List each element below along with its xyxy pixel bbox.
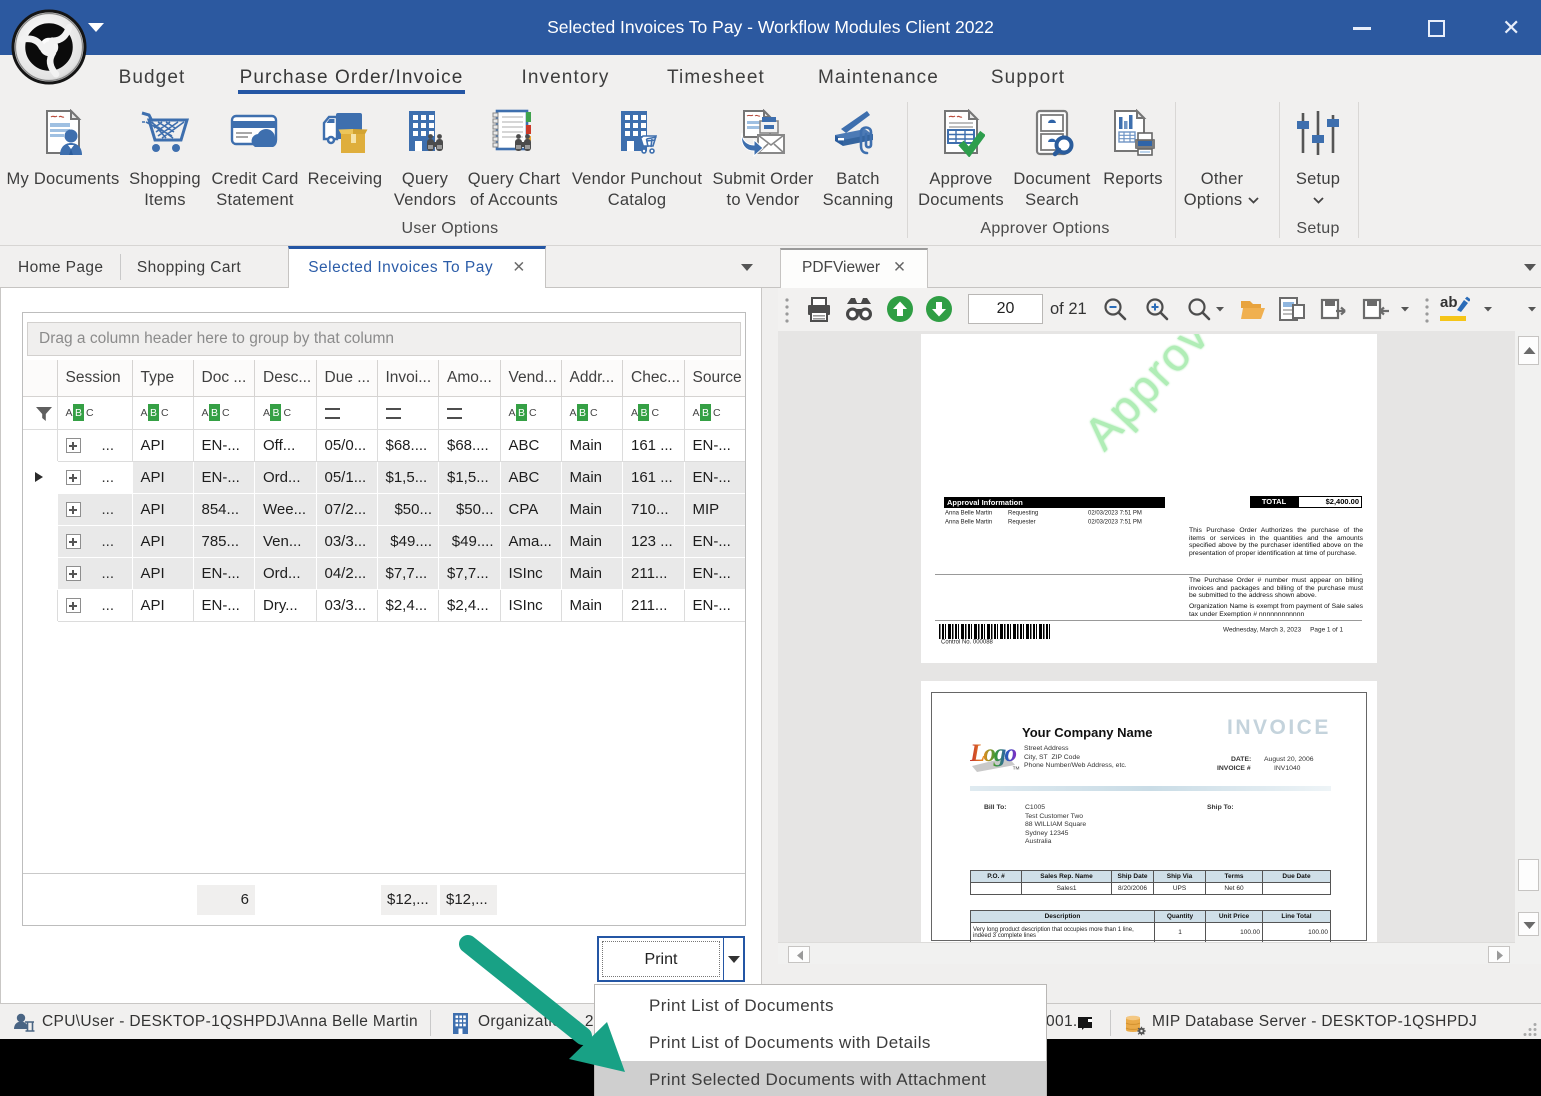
svg-text:™: ™ [1012,765,1020,774]
svg-text:Logo: Logo [970,740,1017,767]
